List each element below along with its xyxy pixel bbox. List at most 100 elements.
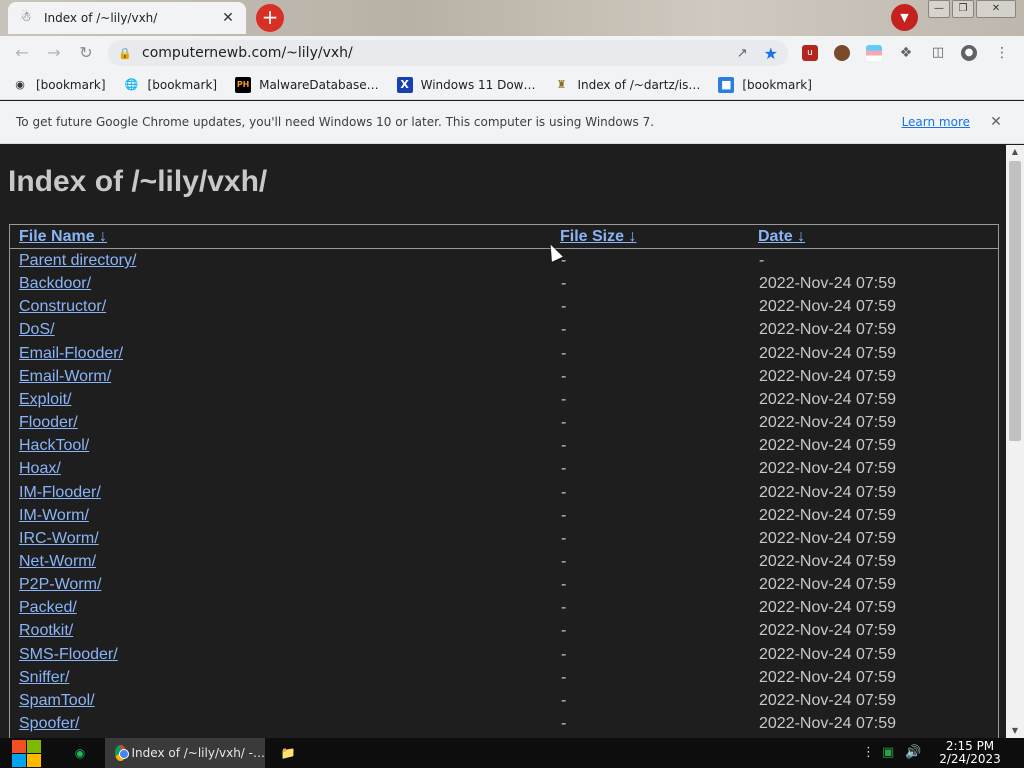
avatar-extension-icon[interactable] [834, 45, 850, 61]
forward-arrow-icon[interactable]: → [42, 41, 66, 65]
table-row: Hoax/ - 2022-Nov-24 07:59 [10, 458, 998, 481]
new-tab-button[interactable]: + [256, 4, 284, 32]
extensions-puzzle-icon[interactable]: ❖ [898, 45, 914, 61]
minimize-button[interactable]: — [928, 0, 950, 18]
taskbar-clock[interactable]: 2:15 PM 2/24/2023 [930, 740, 1010, 766]
file-name-link[interactable]: SMS-Flooder/ [19, 646, 118, 664]
file-name-link[interactable]: Spoofer/ [19, 715, 79, 733]
tab-favicon-icon: ☃ [20, 10, 32, 25]
file-name-link[interactable]: Constructor/ [19, 298, 106, 316]
file-name-link[interactable]: SpamTool/ [19, 692, 95, 710]
file-name-link[interactable]: Parent directory/ [19, 252, 136, 270]
tab-search-button[interactable]: ▼ [891, 4, 918, 31]
flag-extension-icon[interactable] [866, 45, 882, 61]
close-window-button[interactable]: ✕ [976, 0, 1016, 18]
taskbar-chrome-task[interactable]: Index of /~lily/vxh/ -… [105, 738, 265, 768]
bookmark-item[interactable]: ■ [bookmark] [718, 76, 812, 93]
bookmark-item[interactable]: ♜ Index of /~dartz/is… [554, 77, 701, 93]
file-date: 2022-Nov-24 07:59 [759, 529, 896, 547]
restore-button[interactable]: ❐ [952, 0, 974, 18]
window-controls: — ❐ ✕ [928, 0, 1018, 18]
menu-kebab-icon[interactable]: ⋮ [994, 45, 1010, 61]
scrollbar-thumb[interactable] [1009, 161, 1021, 441]
bookmark-item[interactable]: ◉ [bookmark] [12, 77, 106, 93]
column-header-date[interactable]: Date ↓ [758, 228, 805, 246]
table-row: Backdoor/ - 2022-Nov-24 07:59 [10, 273, 998, 296]
file-name-link[interactable]: Exploit/ [19, 391, 71, 409]
file-date: 2022-Nov-24 07:59 [759, 414, 896, 432]
file-date: 2022-Nov-24 07:59 [759, 552, 896, 570]
file-explorer-icon[interactable]: 📁 [278, 743, 298, 763]
bookmark-label: Index of /~dartz/is… [577, 77, 701, 92]
infobar-close-icon[interactable]: ✕ [988, 114, 1004, 130]
page-scrollbar[interactable]: ▲ ▼ [1006, 145, 1024, 738]
browser-tab[interactable]: ☃ Index of /~lily/vxh/ ✕ [8, 2, 246, 34]
bookmark-item[interactable]: PH MalwareDatabase… [235, 76, 379, 93]
reload-icon[interactable]: ↻ [74, 41, 98, 65]
file-date: 2022-Nov-24 07:59 [759, 599, 896, 617]
bookmark-item[interactable]: X Windows 11 Dow… [396, 76, 536, 93]
table-row: HackTool/ - 2022-Nov-24 07:59 [10, 435, 998, 458]
file-name-link[interactable]: Backdoor/ [19, 275, 91, 293]
windows-taskbar: ◉ Index of /~lily/vxh/ -… 📁 ⋮ ▣ 🔊 2:15 P… [0, 738, 1024, 768]
file-size: - [561, 321, 567, 339]
bookmark-item[interactable]: 🌐 [bookmark] [124, 77, 217, 93]
tray-overflow-icon[interactable]: ⋮ [862, 744, 875, 762]
start-button[interactable] [10, 738, 44, 768]
file-name-link[interactable]: IM-Flooder/ [19, 484, 101, 502]
spotify-icon[interactable]: ◉ [70, 743, 90, 763]
file-date: 2022-Nov-24 07:59 [759, 483, 896, 501]
file-name-link[interactable]: Email-Flooder/ [19, 345, 123, 363]
file-date: 2022-Nov-24 07:59 [759, 344, 896, 362]
file-date: 2022-Nov-24 07:59 [759, 691, 896, 709]
file-size: - [561, 483, 567, 501]
url-text[interactable]: computernewb.com/~lily/vxh/ [142, 45, 737, 61]
learn-more-link[interactable]: Learn more [902, 115, 970, 129]
table-row: Rootkit/ - 2022-Nov-24 07:59 [10, 620, 998, 643]
side-panel-icon[interactable]: ◫ [930, 45, 946, 61]
file-date: 2022-Nov-24 07:59 [759, 367, 896, 385]
column-header-file-name[interactable]: File Name ↓ [19, 228, 107, 246]
file-size: - [561, 437, 567, 455]
file-name-link[interactable]: Hoax/ [19, 460, 61, 478]
file-name-link[interactable]: Net-Worm/ [19, 553, 96, 571]
tab-title: Index of /~lily/vxh/ [44, 11, 158, 25]
file-name-link[interactable]: Email-Worm/ [19, 368, 111, 386]
file-name-link[interactable]: P2P-Worm/ [19, 576, 101, 594]
table-row: Email-Worm/ - 2022-Nov-24 07:59 [10, 366, 998, 389]
profile-icon[interactable]: ● [961, 45, 977, 61]
scroll-down-arrow-icon[interactable]: ▼ [1006, 724, 1024, 738]
address-bar[interactable]: 🔒 computernewb.com/~lily/vxh/ ↗ ★ [108, 40, 788, 66]
lock-icon[interactable]: 🔒 [118, 47, 134, 60]
file-name-link[interactable]: Packed/ [19, 599, 77, 617]
file-name-link[interactable]: IRC-Worm/ [19, 530, 99, 548]
bookmark-star-icon[interactable]: ★ [764, 44, 778, 63]
file-date: 2022-Nov-24 07:59 [759, 715, 896, 732]
back-arrow-icon[interactable]: ← [10, 41, 34, 65]
file-listing-table: File Name ↓ File Size ↓ Date ↓ Parent di… [9, 224, 999, 738]
ublock-extension-icon[interactable]: u [802, 45, 818, 61]
bookmarks-bar: ◉ [bookmark] 🌐 [bookmark] PH MalwareData… [0, 70, 1024, 100]
file-size: - [561, 414, 567, 432]
network-icon[interactable]: ▣ [882, 744, 894, 762]
file-name-link[interactable]: Sniffer/ [19, 669, 69, 687]
scroll-up-arrow-icon[interactable]: ▲ [1006, 145, 1024, 159]
table-row: Spoofer/ - 2022-Nov-24 07:59 [10, 713, 998, 736]
file-name-link[interactable]: Flooder/ [19, 414, 78, 432]
file-name-link[interactable]: DoS/ [19, 321, 55, 339]
share-icon[interactable]: ↗ [737, 46, 748, 61]
file-name-link[interactable]: Rootkit/ [19, 622, 73, 640]
table-row: IRC-Worm/ - 2022-Nov-24 07:59 [10, 528, 998, 551]
file-name-link[interactable]: HackTool/ [19, 437, 89, 455]
table-row: P2P-Worm/ - 2022-Nov-24 07:59 [10, 574, 998, 597]
volume-icon[interactable]: 🔊 [905, 744, 921, 762]
file-size: - [561, 668, 567, 686]
table-row: Email-Flooder/ - 2022-Nov-24 07:59 [10, 343, 998, 366]
file-date: 2022-Nov-24 07:59 [759, 622, 896, 640]
bookmark-label: [bookmark] [36, 77, 106, 92]
column-header-file-size[interactable]: File Size ↓ [560, 228, 636, 246]
file-name-link[interactable]: IM-Worm/ [19, 507, 89, 525]
tab-close-icon[interactable]: ✕ [220, 10, 236, 26]
file-date: - [759, 252, 765, 269]
file-date: 2022-Nov-24 07:59 [759, 506, 896, 524]
